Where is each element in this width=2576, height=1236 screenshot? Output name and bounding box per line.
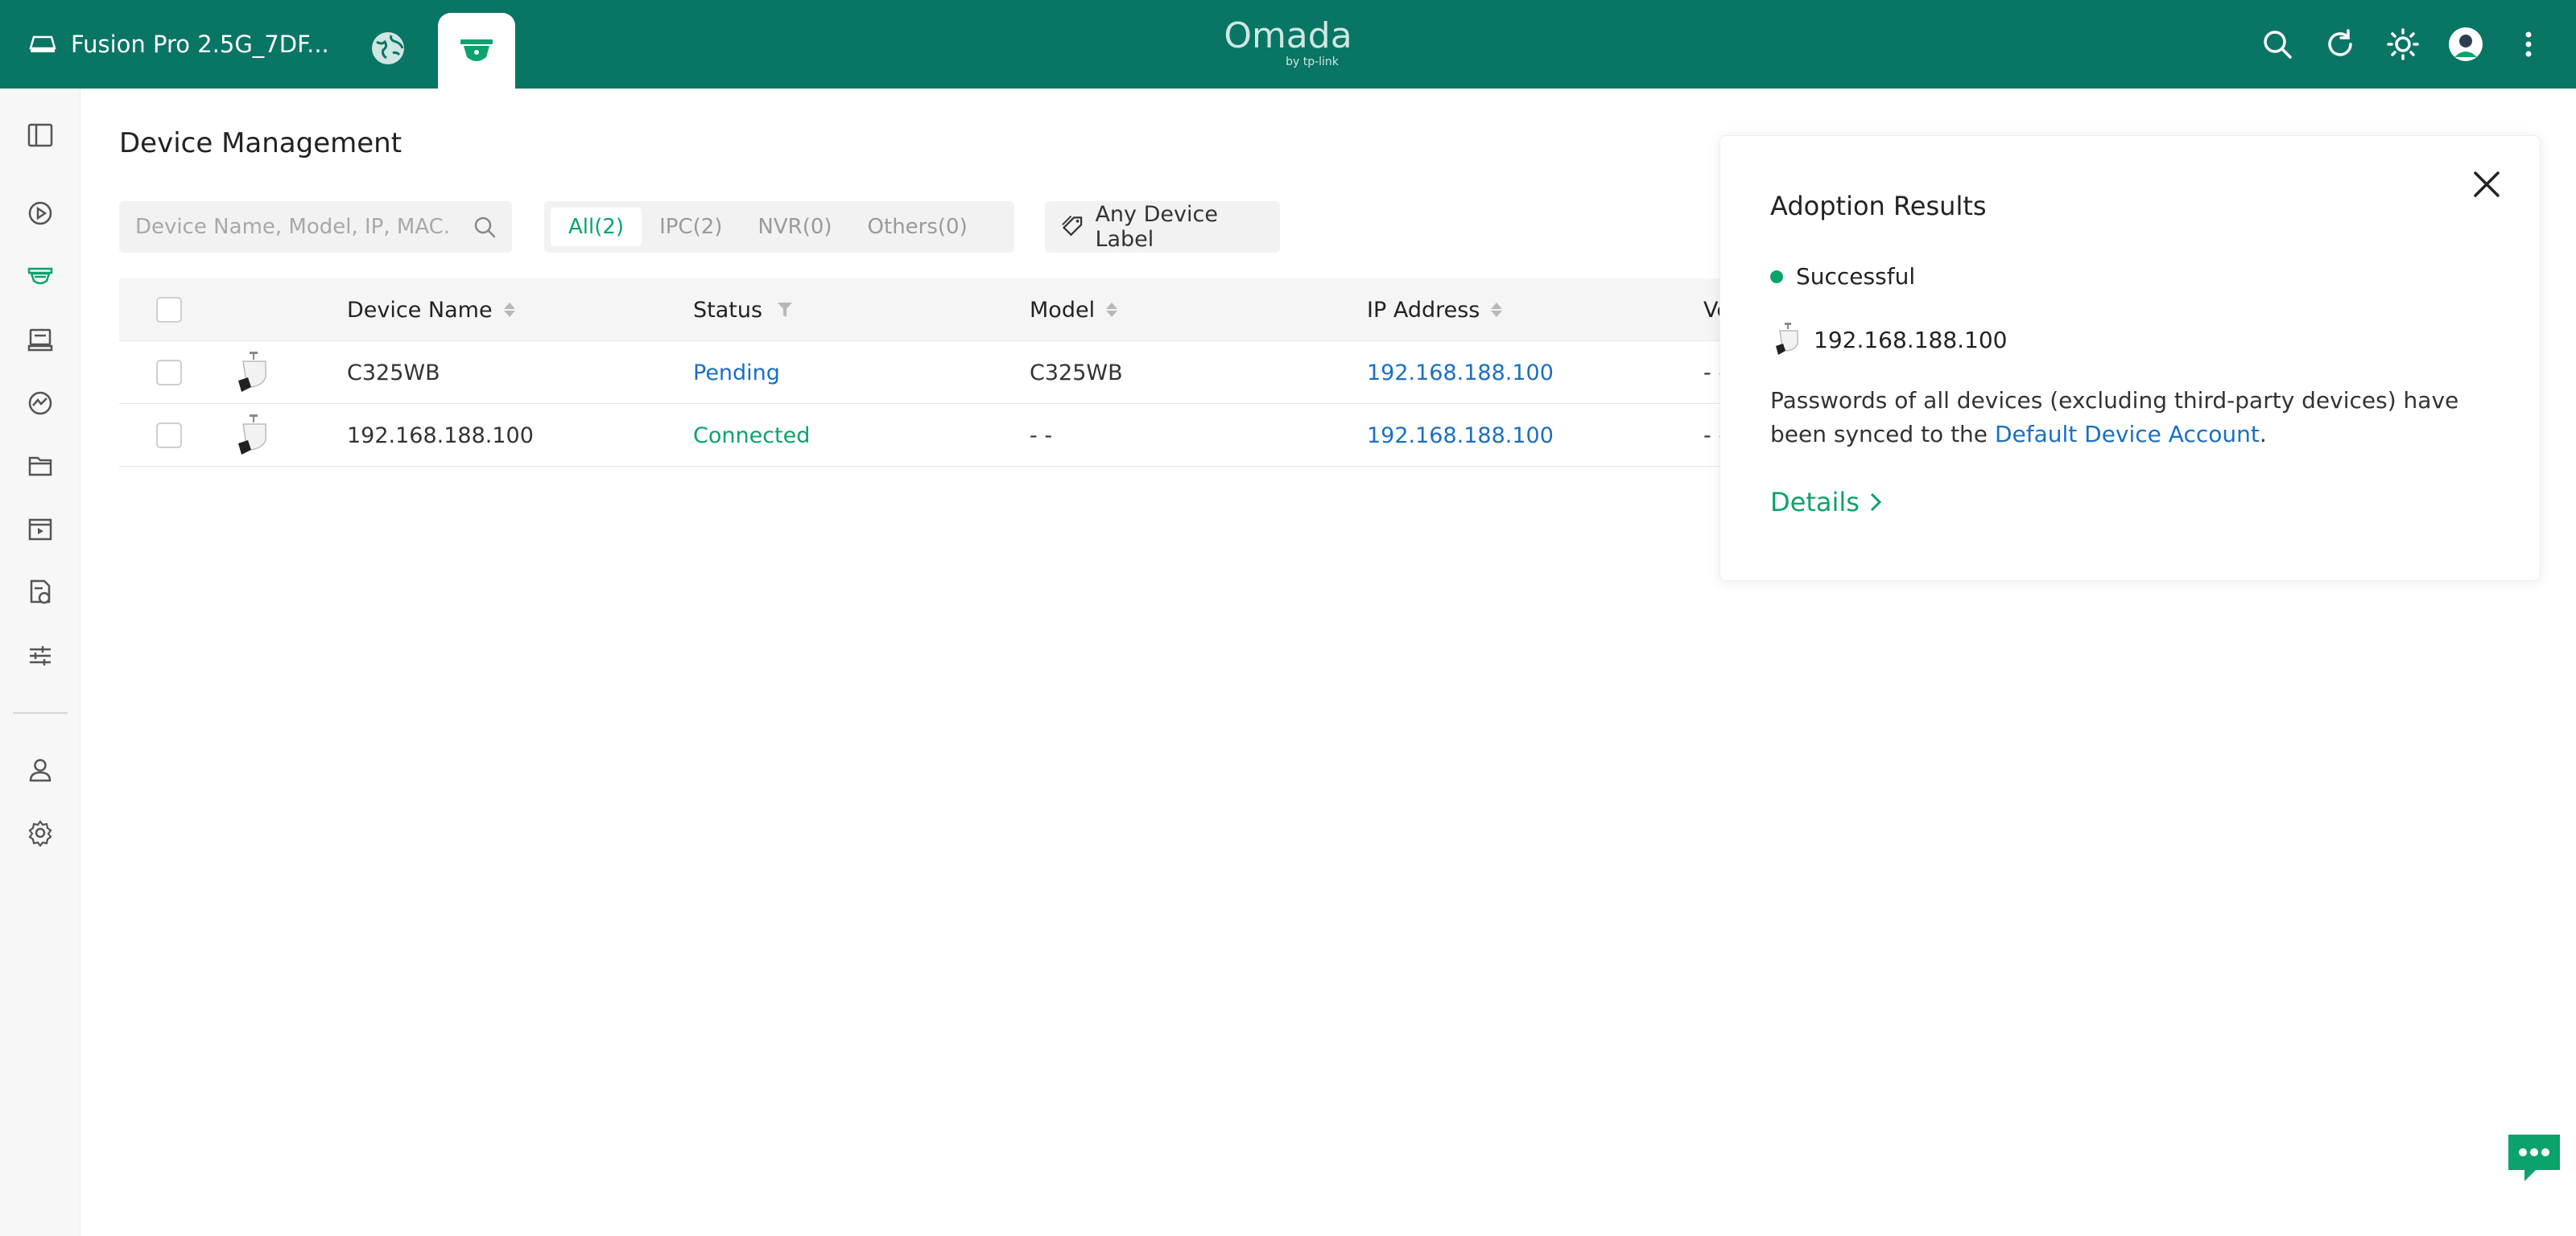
site-icon bbox=[29, 35, 56, 52]
sidebar bbox=[0, 89, 80, 1236]
device-label-text: Any Device Label bbox=[1095, 202, 1218, 252]
devices-icon[interactable] bbox=[20, 257, 60, 297]
logs-icon[interactable] bbox=[20, 572, 60, 612]
table-row[interactable]: C325WB Pending C325WB 192.168.188.100 - … bbox=[119, 341, 1729, 404]
camera-icon bbox=[230, 341, 272, 404]
close-icon[interactable] bbox=[2467, 165, 2506, 204]
sort-icon[interactable] bbox=[1491, 303, 1503, 317]
table-header: Device Name Status Model IP Address Ve bbox=[119, 278, 1730, 341]
filter-nvr[interactable]: NVR(0) bbox=[740, 208, 849, 246]
col-ip[interactable]: IP Address bbox=[1367, 278, 1503, 341]
sidebar-toggle-icon[interactable] bbox=[20, 115, 60, 155]
model: - - bbox=[1030, 422, 1053, 448]
logo-sub: by tp-link bbox=[1286, 56, 1339, 68]
adopted-device-ip: 192.168.188.100 bbox=[1814, 326, 2008, 353]
col-model-label: Model bbox=[1030, 297, 1096, 323]
logo-text: Omada bbox=[1224, 15, 1352, 56]
live-view-icon[interactable] bbox=[20, 193, 60, 233]
search-input[interactable] bbox=[135, 215, 457, 239]
top-bar: Fusion Pro 2.5G_7DF... Omada by tp-link bbox=[0, 0, 2576, 89]
status-dot bbox=[1770, 270, 1783, 283]
search-icon[interactable] bbox=[2259, 26, 2296, 63]
playback-icon[interactable] bbox=[20, 509, 60, 550]
filter-all[interactable]: All(2) bbox=[551, 208, 642, 246]
row-checkbox[interactable] bbox=[156, 422, 182, 448]
ip-link[interactable]: 192.168.188.100 bbox=[1367, 341, 1554, 404]
device-name[interactable]: C325WB bbox=[347, 341, 440, 404]
site-selector[interactable]: Fusion Pro 2.5G_7DF... bbox=[29, 24, 329, 64]
adoption-status: Successful bbox=[1770, 263, 1915, 290]
user-icon[interactable] bbox=[20, 750, 60, 790]
files-icon[interactable] bbox=[20, 446, 60, 486]
sync-message: Passwords of all devices (excluding thir… bbox=[1770, 384, 2495, 451]
refresh-icon[interactable] bbox=[2322, 26, 2359, 63]
select-all-checkbox[interactable] bbox=[156, 297, 182, 323]
sort-icon[interactable] bbox=[1106, 303, 1118, 317]
adopted-device: 192.168.188.100 bbox=[1770, 321, 2007, 358]
more-icon[interactable] bbox=[2510, 26, 2547, 63]
col-status[interactable]: Status bbox=[693, 278, 795, 341]
col-ip-label: IP Address bbox=[1367, 297, 1480, 323]
model: C325WB bbox=[1030, 360, 1123, 385]
omada-logo: Omada by tp-link bbox=[1224, 16, 1352, 72]
sidebar-divider bbox=[13, 712, 68, 714]
surveillance-icon bbox=[460, 39, 493, 61]
insights-icon[interactable] bbox=[20, 383, 60, 423]
status-connected[interactable]: Connected bbox=[693, 404, 810, 467]
site-name: Fusion Pro 2.5G_7DF... bbox=[71, 31, 329, 58]
device-table: Device Name Status Model IP Address Ve C… bbox=[119, 278, 1730, 467]
panel-title: Adoption Results bbox=[1770, 191, 1987, 221]
filter-others[interactable]: Others(0) bbox=[850, 208, 985, 246]
device-label-filter[interactable]: Any Device Label bbox=[1045, 201, 1280, 253]
sync-message-end: . bbox=[2259, 421, 2267, 447]
sort-icon[interactable] bbox=[503, 303, 515, 317]
col-status-label: Status bbox=[693, 297, 763, 323]
row-checkbox[interactable] bbox=[156, 360, 182, 385]
col-device-name[interactable]: Device Name bbox=[347, 278, 515, 341]
adoption-results-panel: Adoption Results Successful 192.168.188.… bbox=[1719, 135, 2541, 581]
search-icon[interactable] bbox=[472, 214, 497, 243]
gear-icon[interactable] bbox=[20, 813, 60, 853]
details-link[interactable]: Details bbox=[1770, 487, 1884, 517]
avatar-icon[interactable] bbox=[2447, 26, 2484, 63]
tag-icon bbox=[1062, 215, 1083, 237]
default-device-account-link[interactable]: Default Device Account bbox=[1995, 421, 2260, 447]
search-box[interactable] bbox=[119, 201, 512, 253]
filter-icon[interactable] bbox=[775, 300, 795, 319]
settings-sliders-icon[interactable] bbox=[20, 636, 60, 676]
nvr-icon[interactable] bbox=[20, 319, 60, 360]
surveillance-tab[interactable] bbox=[438, 13, 515, 89]
camera-icon bbox=[1776, 323, 1798, 355]
chat-icon[interactable] bbox=[2505, 1131, 2563, 1186]
col-model[interactable]: Model bbox=[1030, 278, 1118, 341]
chevron-right-icon bbox=[1870, 492, 1882, 512]
device-type-filter: All(2) IPC(2) NVR(0) Others(0) bbox=[544, 201, 1014, 253]
theme-icon[interactable] bbox=[2384, 26, 2421, 63]
globe-icon[interactable] bbox=[369, 29, 407, 68]
filter-ipc[interactable]: IPC(2) bbox=[642, 208, 740, 246]
details-label: Details bbox=[1770, 487, 1860, 517]
device-name[interactable]: 192.168.188.100 bbox=[347, 404, 534, 467]
table-row[interactable]: 192.168.188.100 Connected - - 192.168.18… bbox=[119, 404, 1729, 467]
ip-link[interactable]: 192.168.188.100 bbox=[1367, 404, 1554, 467]
status-pending[interactable]: Pending bbox=[693, 341, 780, 404]
status-text: Successful bbox=[1796, 263, 1916, 290]
camera-icon bbox=[230, 404, 272, 467]
page-title: Device Management bbox=[119, 127, 402, 159]
col-device-name-label: Device Name bbox=[347, 297, 493, 323]
